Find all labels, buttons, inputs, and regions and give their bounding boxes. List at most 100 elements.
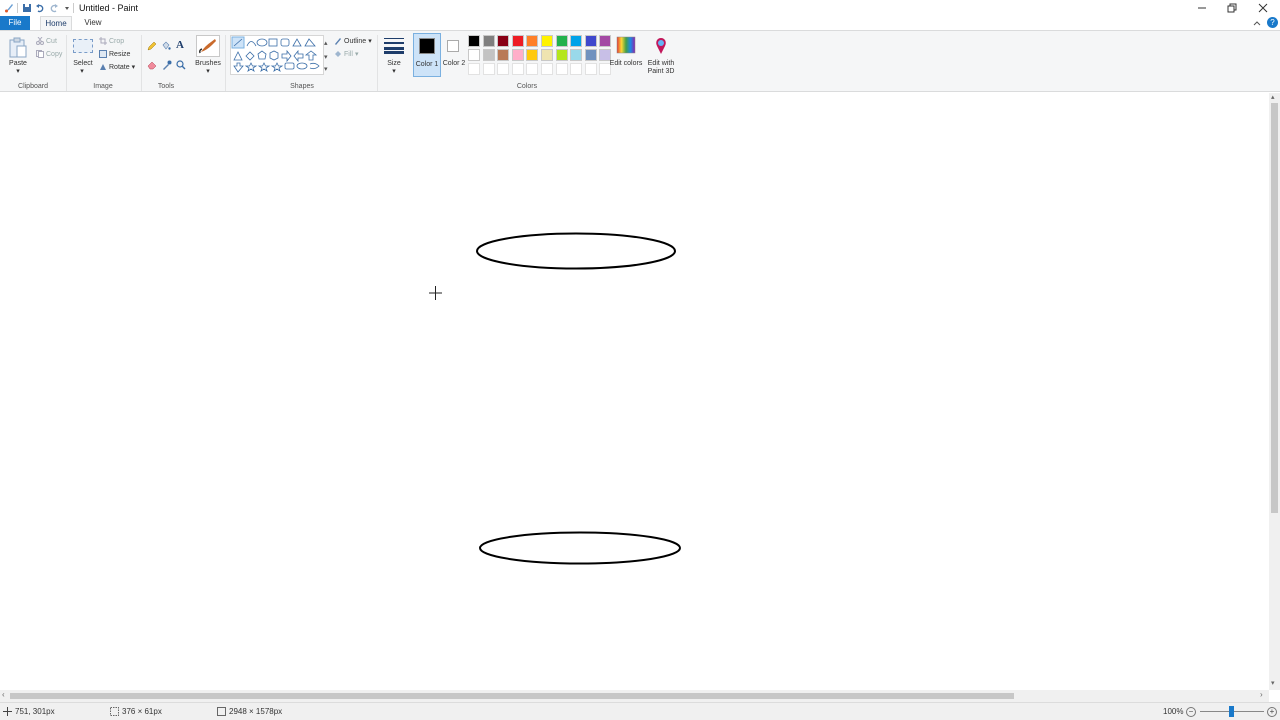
scroll-left-icon[interactable]: ‹ [2, 690, 5, 699]
cut-label: Cut [46, 37, 57, 45]
custom-color-slot[interactable] [584, 63, 597, 75]
scroll-right-icon[interactable]: › [1260, 690, 1263, 699]
custom-color-slot[interactable] [468, 63, 480, 75]
palette-swatch[interactable] [511, 35, 524, 47]
palette-swatch[interactable] [570, 35, 583, 47]
horizontal-scroll-thumb[interactable] [10, 693, 1014, 699]
group-label-clipboard: Clipboard [18, 83, 48, 90]
copy-button[interactable]: Copy [36, 50, 62, 58]
crosshair-cursor-icon [429, 286, 442, 300]
help-icon[interactable]: ? [1267, 17, 1278, 28]
paste-dropdown-icon[interactable]: ▾ [12, 68, 24, 76]
tab-view[interactable]: View [78, 16, 108, 30]
crop-button[interactable]: Crop [99, 37, 124, 45]
edit-with-paint-3d-button[interactable]: Edit with Paint 3D [641, 60, 681, 76]
undo-icon[interactable] [34, 2, 46, 14]
outline-dropdown-icon: ▾ [368, 38, 372, 45]
eraser-icon[interactable] [147, 60, 157, 72]
close-button[interactable] [1248, 0, 1278, 16]
custom-color-slot[interactable] [541, 63, 553, 75]
outline-icon [335, 38, 341, 45]
size-icon[interactable] [384, 38, 404, 56]
custom-color-slot[interactable] [555, 63, 568, 75]
palette-swatch[interactable] [555, 49, 568, 61]
color-picker-icon[interactable] [162, 60, 172, 72]
color1-button[interactable]: Color 1 [413, 33, 441, 77]
palette-swatch[interactable] [511, 49, 524, 61]
color2-button[interactable]: Color 2 [441, 33, 467, 77]
horizontal-scrollbar[interactable]: ‹ › [0, 690, 1269, 702]
palette-swatch[interactable] [584, 49, 597, 61]
shapes-gallery[interactable] [230, 35, 324, 75]
outline-label: Outline [344, 37, 367, 45]
brushes-icon[interactable] [196, 35, 220, 57]
tab-file[interactable]: File [0, 16, 30, 30]
color-palette [468, 35, 614, 79]
custom-color-slot[interactable] [497, 63, 510, 75]
pencil-icon[interactable] [147, 41, 157, 53]
custom-color-slot[interactable] [570, 63, 583, 75]
shapes-scroll-up-icon[interactable]: ▴ [324, 39, 328, 47]
shapes-icons [231, 36, 320, 73]
edit-colors-icon[interactable] [616, 35, 636, 57]
shapes-more-icon[interactable]: ▾ [324, 65, 328, 73]
vertical-scrollbar[interactable]: ▴ ▾ [1269, 93, 1280, 690]
outline-button[interactable]: Outline ▾ [334, 37, 372, 45]
select-button[interactable]: Select [70, 60, 96, 68]
scroll-up-icon[interactable]: ▴ [1271, 93, 1275, 101]
minimize-button[interactable] [1187, 0, 1217, 16]
status-bar: 751, 301px 376 × 61px 2948 × 1578px 100%… [0, 702, 1280, 720]
magnifier-icon[interactable] [176, 60, 186, 72]
size-dropdown-icon[interactable]: ▾ [388, 68, 400, 76]
fill-bucket-icon[interactable] [161, 41, 171, 53]
palette-swatch[interactable] [468, 49, 480, 61]
minimize-ribbon-icon[interactable] [1253, 19, 1261, 29]
canvas-workspace[interactable] [0, 93, 1269, 690]
restore-button[interactable] [1217, 0, 1247, 16]
brushes-button[interactable]: Brushes [194, 60, 222, 68]
resize-button[interactable]: Resize [99, 50, 130, 58]
redo-icon[interactable] [48, 2, 60, 14]
palette-swatch[interactable] [555, 35, 568, 47]
zoom-out-icon[interactable]: − [1186, 707, 1196, 717]
fill-button[interactable]: Fill ▾ [334, 50, 358, 58]
custom-color-slot[interactable] [526, 63, 539, 75]
paste-button[interactable]: Paste [4, 60, 32, 68]
brushes-dropdown-icon[interactable]: ▾ [202, 68, 214, 76]
cut-button[interactable]: Cut [36, 37, 57, 45]
palette-swatch[interactable] [468, 35, 480, 47]
cut-icon [36, 37, 44, 45]
tab-home[interactable]: Home [40, 16, 72, 30]
palette-swatch[interactable] [482, 49, 495, 61]
palette-swatch[interactable] [570, 49, 583, 61]
palette-swatch[interactable] [584, 35, 597, 47]
custom-color-slot[interactable] [482, 63, 495, 75]
edit-colors-button[interactable]: Edit colors [609, 60, 643, 68]
size-button[interactable]: Size [381, 60, 407, 68]
drawing-canvas[interactable] [0, 93, 1269, 690]
palette-swatch[interactable] [541, 35, 553, 47]
shapes-scroll-down-icon[interactable]: ▾ [324, 53, 328, 61]
palette-swatch[interactable] [526, 35, 539, 47]
palette-swatch[interactable] [526, 49, 539, 61]
rotate-button[interactable]: Rotate ▾ [99, 63, 135, 71]
paint-3d-icon[interactable] [651, 36, 671, 56]
customize-toolbar-icon[interactable] [61, 2, 73, 14]
save-icon[interactable] [21, 2, 33, 14]
paste-icon[interactable] [8, 37, 28, 59]
select-icon[interactable] [73, 39, 93, 53]
select-dropdown-icon[interactable]: ▾ [76, 68, 88, 76]
palette-swatch[interactable] [497, 35, 510, 47]
palette-swatch[interactable] [497, 49, 510, 61]
palette-swatch[interactable] [482, 35, 495, 47]
palette-swatch[interactable] [541, 49, 553, 61]
palette-swatch[interactable] [599, 35, 612, 47]
text-tool-icon[interactable]: A [176, 39, 184, 51]
rotate-icon [100, 64, 106, 70]
custom-color-slot[interactable] [511, 63, 524, 75]
scroll-down-icon[interactable]: ▾ [1271, 679, 1275, 687]
zoom-in-icon[interactable]: + [1267, 707, 1277, 717]
zoom-slider-thumb[interactable] [1229, 706, 1234, 717]
selection-icon [110, 707, 119, 716]
vertical-scroll-thumb[interactable] [1271, 103, 1278, 513]
